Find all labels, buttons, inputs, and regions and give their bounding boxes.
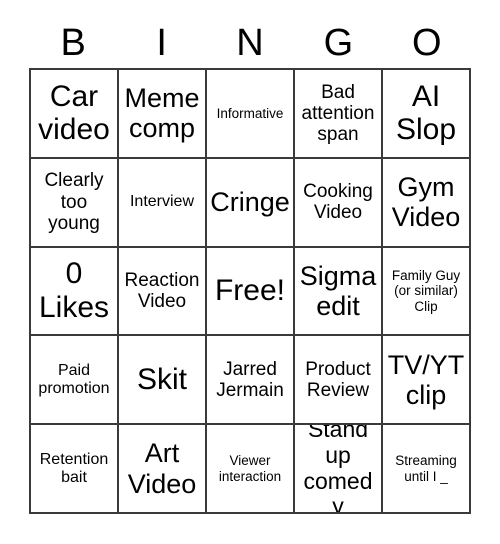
bingo-cell-label: AI Slop (395, 79, 457, 147)
bingo-cell-i5[interactable]: Art Video (119, 425, 207, 514)
bingo-header-row: B I N G O (29, 18, 471, 68)
bingo-cell-o3[interactable]: Family Guy (or similar) Clip (383, 247, 471, 337)
bingo-cell-label: Cooking Video (303, 180, 373, 224)
bingo-cell-label: Stand up comedy (303, 425, 373, 514)
bingo-cell-b5[interactable]: Retention bait (31, 425, 119, 514)
bingo-cell-g2[interactable]: Cooking Video (295, 158, 383, 248)
bingo-cell-label: Clearly too young (44, 170, 104, 234)
bingo-cell-label: Car video (38, 79, 110, 147)
bingo-cell-n5[interactable]: Viewer interaction (207, 425, 295, 514)
bingo-cell-label: Viewer interaction (218, 453, 282, 484)
bingo-cell-free-space[interactable]: Free! (207, 247, 295, 337)
bingo-cell-label: Streaming until I _ (395, 453, 457, 484)
bingo-cell-b1[interactable]: Car video (31, 70, 119, 159)
bingo-cell-label: Meme comp (124, 83, 200, 144)
bingo-grid: Car video Meme comp Informative Bad atte… (29, 68, 471, 514)
bingo-cell-label: Cringe (210, 187, 290, 218)
bingo-header-letter-n: N (236, 22, 264, 64)
bingo-cell-label: Reaction Video (124, 269, 200, 312)
bingo-cell-g1[interactable]: Bad attention span (295, 70, 383, 159)
bingo-cell-g4[interactable]: Product Review (295, 336, 383, 426)
bingo-cell-o4[interactable]: TV/YT clip (383, 336, 471, 426)
bingo-cell-o2[interactable]: Gym Video (383, 158, 471, 248)
bingo-cell-label: Family Guy (or similar) Clip (391, 268, 461, 314)
bingo-cell-b2[interactable]: Clearly too young (31, 158, 119, 248)
bingo-header-letter-i: I (156, 22, 167, 64)
bingo-cell-g5[interactable]: Stand up comedy (295, 425, 383, 514)
bingo-cell-i4[interactable]: Skit (119, 336, 207, 426)
bingo-header-letter-o: O (412, 22, 442, 64)
bingo-cell-n1[interactable]: Informative (207, 70, 295, 159)
bingo-cell-n2[interactable]: Cringe (207, 158, 295, 248)
bingo-cell-n4[interactable]: Jarred Jermain (207, 336, 295, 426)
bingo-cell-label: Skit (136, 362, 187, 396)
bingo-cell-label: 0 Likes (38, 257, 110, 324)
bingo-cell-label: Bad attention span (301, 81, 375, 146)
bingo-header-letter-g: G (323, 22, 354, 64)
bingo-cell-g3[interactable]: Sigma edit (295, 247, 383, 337)
bingo-cell-i2[interactable]: Interview (119, 158, 207, 248)
bingo-header-letter-b: B (60, 22, 86, 64)
bingo-cell-label: Retention bait (39, 450, 109, 486)
bingo-cell-o5[interactable]: Streaming until I _ (383, 425, 471, 514)
bingo-cell-label: Jarred Jermain (216, 358, 284, 401)
bingo-cell-label: TV/YT clip (387, 349, 465, 410)
bingo-cell-o1[interactable]: AI Slop (383, 70, 471, 159)
bingo-cell-b3[interactable]: 0 Likes (31, 247, 119, 337)
bingo-cell-label: Informative (216, 105, 284, 121)
bingo-cell-i3[interactable]: Reaction Video (119, 247, 207, 337)
bingo-cell-label: Free! (214, 274, 286, 308)
bingo-cell-i1[interactable]: Meme comp (119, 70, 207, 159)
bingo-cell-label: Sigma edit (299, 260, 377, 321)
bingo-cell-label: Interview (129, 193, 195, 211)
bingo-cell-label: Paid promotion (38, 361, 110, 397)
bingo-card: B I N G O Car video Meme comp Informativ… (0, 0, 500, 544)
bingo-cell-b4[interactable]: Paid promotion (31, 336, 119, 426)
bingo-cell-label: Gym Video (391, 171, 461, 233)
bingo-cell-label: Art Video (127, 438, 197, 499)
bingo-cell-label: Product Review (305, 358, 371, 401)
